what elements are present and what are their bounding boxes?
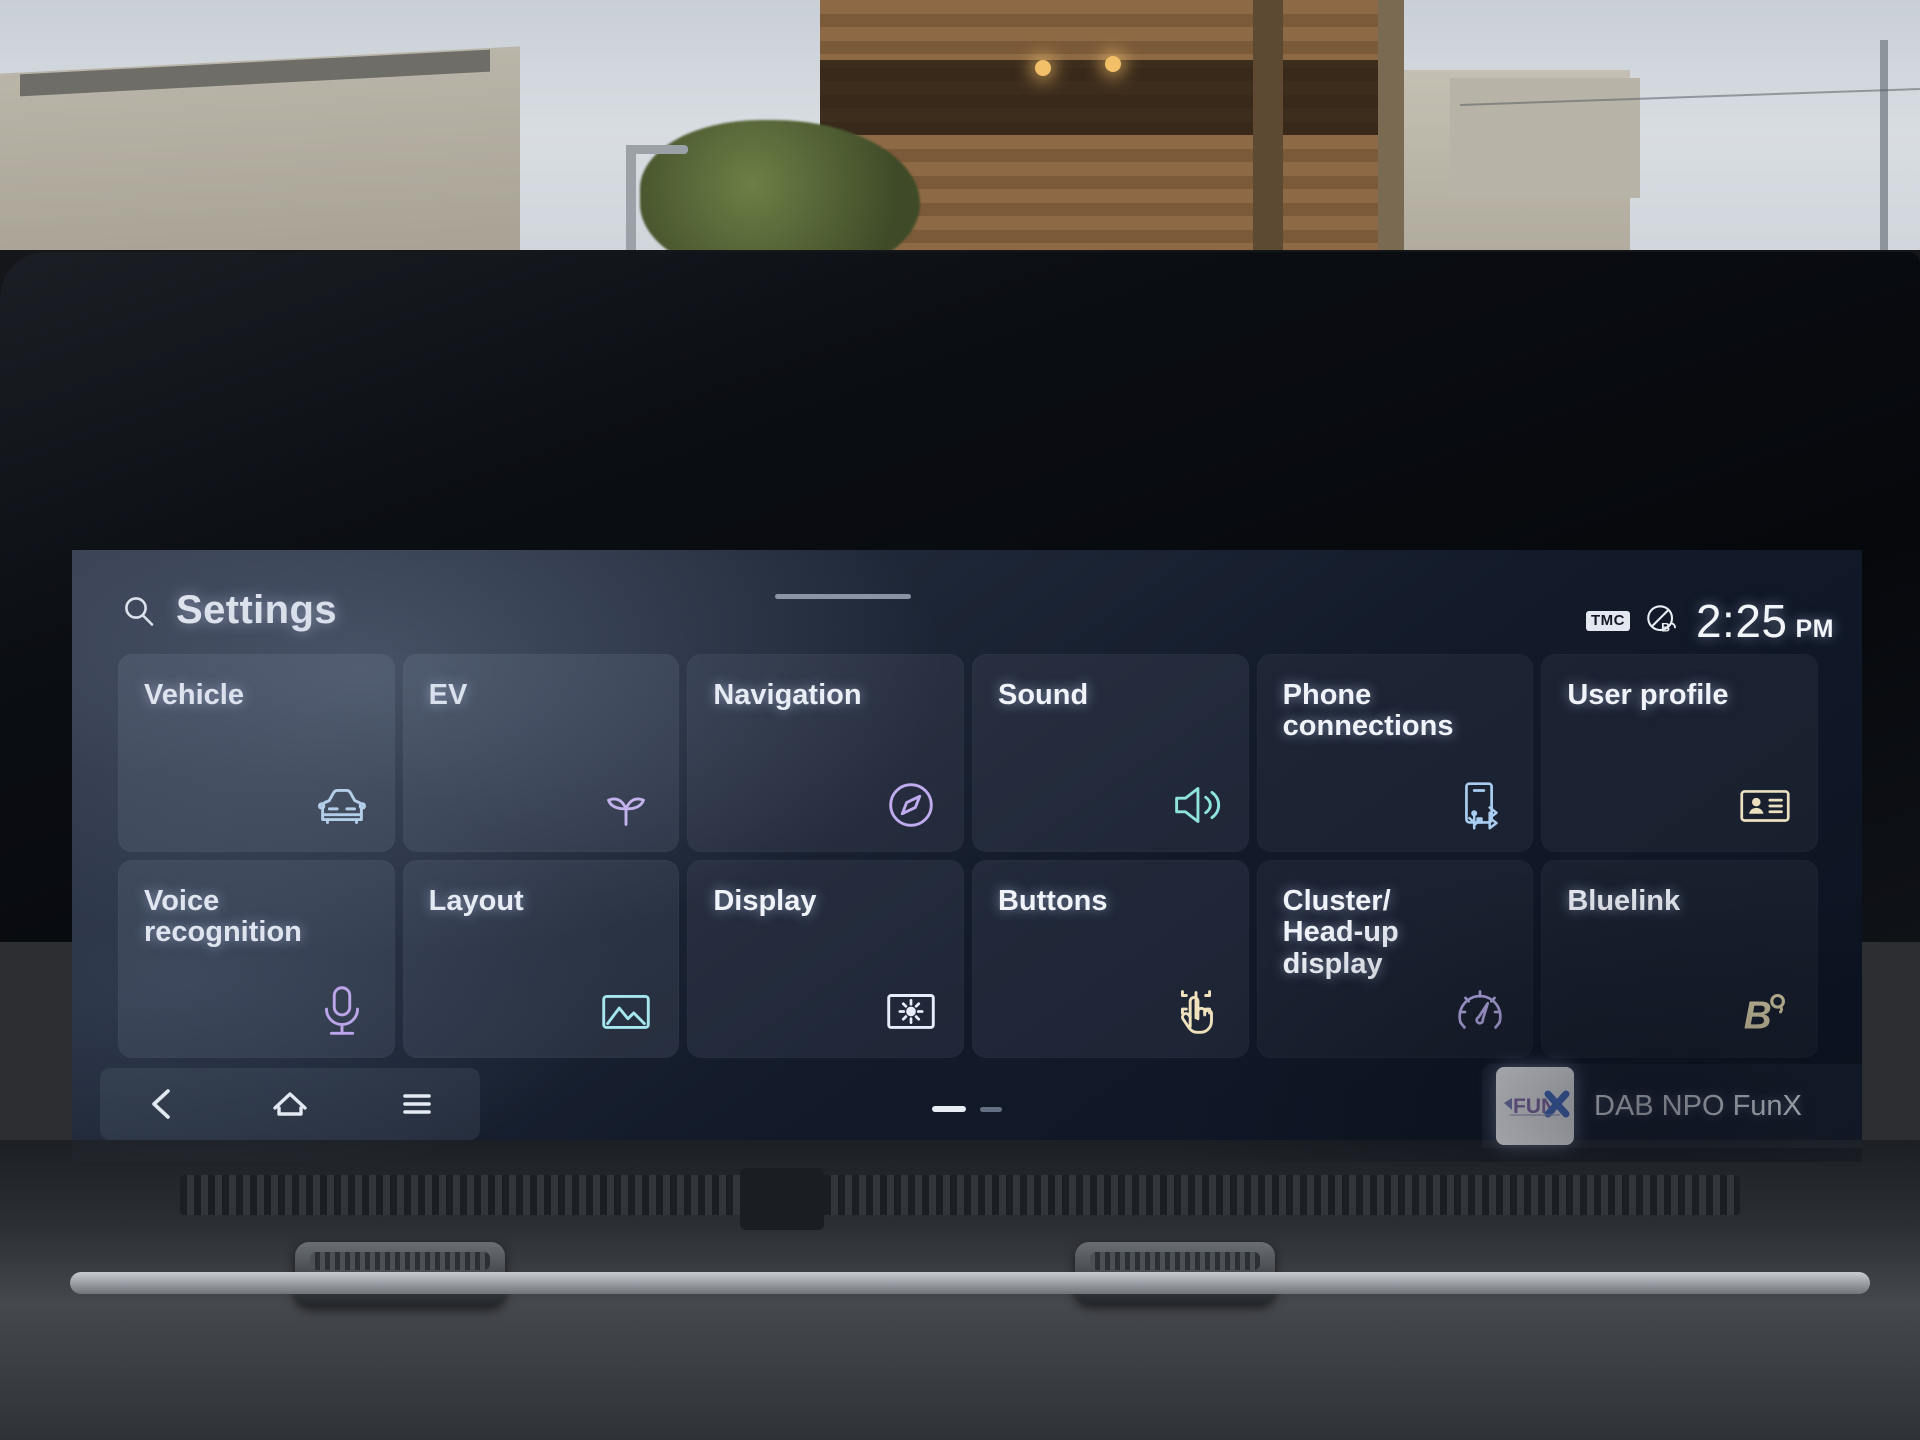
tile-label: Vehicle <box>144 679 244 711</box>
infotainment-screen: Settings TMC B 2:25 PM Vehicle EV Naviga… <box>72 550 1862 1162</box>
search-icon[interactable] <box>122 594 156 628</box>
tile-label: Layout <box>428 885 524 917</box>
tile-label: Buttons <box>997 885 1108 917</box>
tile-vehicle[interactable]: Vehicle <box>118 654 395 852</box>
tile-sound[interactable]: Sound <box>971 654 1249 852</box>
status-bar: TMC B 2:25 PM <box>1585 598 1834 644</box>
facade-pillar <box>1378 0 1404 250</box>
dashboard-vent <box>180 1175 1740 1215</box>
dashboard-chrome-trim <box>70 1272 1870 1294</box>
tile-user-profile[interactable]: User profile <box>1541 654 1818 852</box>
home-icon[interactable] <box>267 1081 313 1127</box>
page-dot-inactive[interactable] <box>980 1106 1002 1112</box>
dashboard-photo: Settings TMC B 2:25 PM Vehicle EV Naviga… <box>0 0 1920 1440</box>
tile-navigation[interactable]: Navigation <box>687 654 964 852</box>
leaf-sprout-icon <box>595 774 657 836</box>
street-lamp-post <box>626 145 636 255</box>
dashboard-control-right-grill <box>1090 1252 1260 1270</box>
car-front-icon <box>311 774 373 836</box>
facade-pillar <box>1253 0 1283 250</box>
tile-label: EV <box>428 679 468 711</box>
bluelink-status-icon: B <box>1644 602 1682 640</box>
id-card-icon <box>1734 774 1796 836</box>
phone-usb-bluetooth-icon <box>1449 774 1511 836</box>
compass-icon <box>880 774 942 836</box>
ceiling-lamp <box>1105 56 1121 72</box>
clock-time: 2:25 <box>1695 595 1788 647</box>
tile-layout[interactable]: Layout <box>402 860 680 1058</box>
tile-label: Navigation <box>713 679 862 711</box>
speaker-volume-icon <box>1165 774 1227 836</box>
page-dot-active[interactable] <box>932 1106 966 1112</box>
street-lamp-arm <box>626 145 688 154</box>
settings-tile-grid: Vehicle EV Navigation Sound Phone connec… <box>118 654 1818 1058</box>
clock: 2:25 PM <box>1696 598 1834 644</box>
wood-facade-shadow <box>820 60 1380 135</box>
ceiling-lamp <box>1035 60 1051 76</box>
tile-phone-connections[interactable]: Phone connections <box>1256 654 1534 852</box>
bluelink-b-icon: B <box>1734 980 1796 1042</box>
tile-label: Display <box>713 885 817 917</box>
page-title: Settings <box>176 588 337 632</box>
tile-label: Bluelink <box>1567 885 1681 917</box>
screen-header: Settings <box>122 588 337 633</box>
dashboard-control-left-grill <box>310 1252 490 1270</box>
building-window-right <box>1450 78 1640 198</box>
hamburger-menu-icon[interactable] <box>394 1081 440 1127</box>
tile-label: Sound <box>997 679 1089 711</box>
page-indicator[interactable] <box>932 1106 1002 1112</box>
tile-label: User profile <box>1567 679 1729 711</box>
head-unit-bezel: Settings TMC B 2:25 PM Vehicle EV Naviga… <box>0 252 1920 1162</box>
tile-bluelink[interactable]: Bluelink B <box>1541 860 1818 1058</box>
tile-label: Cluster/ Head-up display <box>1282 885 1399 980</box>
microphone-icon <box>311 980 373 1042</box>
back-chevron-icon[interactable] <box>140 1081 186 1127</box>
bottom-nav-bar <box>100 1068 480 1140</box>
media-widget[interactable]: FUN DAB NPO FunX <box>1482 1064 1862 1148</box>
tile-ev[interactable]: EV <box>402 654 680 852</box>
funx-station-logo: FUN <box>1496 1067 1574 1145</box>
tile-label: Voice recognition <box>144 885 302 949</box>
dashboard-center-tab <box>740 1168 824 1230</box>
tile-voice-recognition[interactable]: Voice recognition <box>118 860 395 1058</box>
speedometer-gauge-icon <box>1449 980 1511 1042</box>
utility-pole <box>1880 40 1888 260</box>
image-picture-icon <box>595 980 657 1042</box>
media-station-name: DAB NPO FunX <box>1594 1089 1802 1122</box>
svg-text:B: B <box>1744 994 1772 1037</box>
screen-brightness-icon <box>880 980 942 1042</box>
svg-text:B: B <box>1661 620 1670 634</box>
hand-tap-button-icon <box>1165 980 1227 1042</box>
tmc-badge: TMC <box>1585 611 1630 631</box>
tile-display[interactable]: Display <box>687 860 964 1058</box>
tile-cluster-head-up-display[interactable]: Cluster/ Head-up display <box>1256 860 1534 1058</box>
drag-handle[interactable] <box>775 594 911 599</box>
tile-buttons[interactable]: Buttons <box>971 860 1249 1058</box>
tile-label: Phone connections <box>1282 679 1454 743</box>
clock-ampm: PM <box>1795 615 1834 643</box>
